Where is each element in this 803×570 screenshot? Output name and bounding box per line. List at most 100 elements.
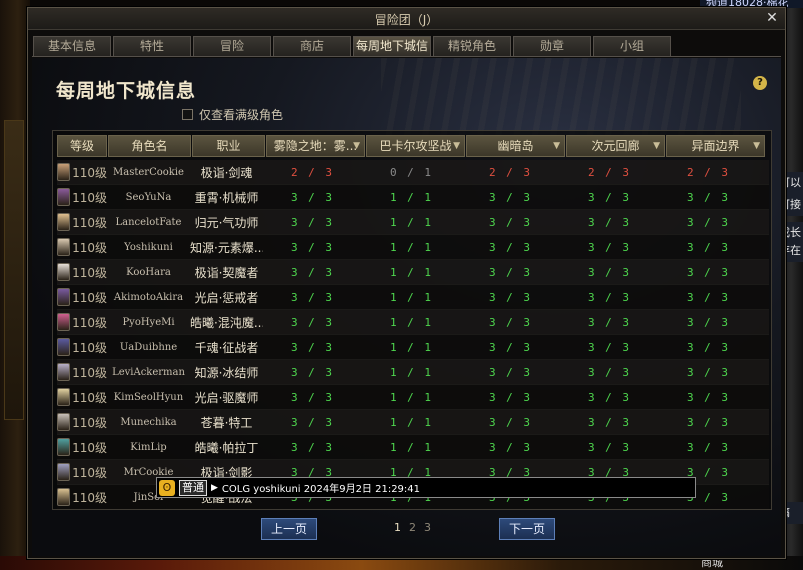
window-title: 冒险团（J）: [374, 13, 439, 27]
page-number[interactable]: 3: [424, 521, 431, 534]
dungeon-progress-cell: 3 / 3: [587, 340, 632, 354]
table-row[interactable]: 110级 LeviAckerman 知源·冰结师 3 / 3 1 / 1 3 / 3 3 /…: [57, 360, 769, 385]
tab-group[interactable]: 小组: [593, 36, 671, 56]
level-cell: 110级: [57, 188, 107, 206]
level-text: 110级: [72, 490, 107, 505]
header-dungeon-3[interactable]: 幽暗岛 ▼: [466, 135, 565, 157]
dungeon-progress-cell: 0 / 1: [389, 165, 434, 179]
table-row[interactable]: 110级 AkimotoAkira 光启·惩戒者 3 / 3 1 / 1 3 / 3 3 /…: [57, 285, 769, 310]
dungeon-progress-cell: 3 / 3: [488, 265, 533, 279]
page-numbers: 1 2 3: [394, 521, 431, 534]
dungeon-progress-cell: 3 / 3: [587, 240, 632, 254]
dungeon-progress-cell: 1 / 1: [389, 365, 434, 379]
sort-arrow-icon: ▼: [353, 141, 360, 151]
job-cell: 皓曦·混沌魔...: [190, 315, 263, 330]
dungeon-progress-cell: 1 / 1: [389, 190, 434, 204]
character-avatar-icon: [57, 388, 71, 406]
dungeon-progress-cell: 3 / 3: [686, 190, 731, 204]
chat-message-tooltip: ʘ 普通 ▶ COLG yoshikuni 2024年9月2日 21:29:41: [156, 477, 696, 498]
table-row[interactable]: 110级 Munechika 苍暮·特工 3 / 3 1 / 1 3 / 3 3 / 3 3 …: [57, 410, 769, 435]
dungeon-progress-cell: 3 / 3: [587, 265, 632, 279]
job-cell: 极诣·剑魂: [200, 165, 253, 180]
page-number[interactable]: 1: [394, 521, 401, 534]
dungeon-progress-cell: 3 / 3: [290, 315, 335, 329]
header-dungeon-1-label: 雾隐之地：雾...: [273, 139, 358, 153]
tab-divider: [32, 56, 781, 57]
dungeon-progress-cell: 3 / 3: [488, 290, 533, 304]
level-cell: 110级: [57, 338, 107, 356]
dungeon-progress-cell: 3 / 3: [686, 315, 731, 329]
dungeon-progress-cell: 1 / 1: [389, 265, 434, 279]
header-dungeon-5[interactable]: 异面边界 ▼: [666, 135, 765, 157]
table-body: 110级 MasterCookie 极诣·剑魂 2 / 3 0 / 1 2 / 3 2 / …: [57, 160, 769, 509]
dungeon-progress-cell: 3 / 3: [686, 440, 731, 454]
tab-medals[interactable]: 勋章: [513, 36, 591, 56]
table-row[interactable]: 110级 UaDuibhne 千魂·征战者 3 / 3 1 / 1 3 / 3 3 / 3 3…: [57, 335, 769, 360]
sort-arrow-icon: ▼: [553, 141, 560, 151]
dungeon-progress-cell: 1 / 1: [389, 290, 434, 304]
sort-arrow-icon: ▼: [753, 141, 760, 151]
header-dungeon-1[interactable]: 雾隐之地：雾... ▼: [266, 135, 365, 157]
tab-shop[interactable]: 商店: [273, 36, 351, 56]
level-text: 110级: [72, 465, 107, 480]
character-name-cell: Munechika: [120, 416, 177, 428]
table-row[interactable]: 110级 PyoHyeMi 皓曦·混沌魔... 3 / 3 1 / 1 3 / 3 3 / …: [57, 310, 769, 335]
tab-traits[interactable]: 特性: [113, 36, 191, 56]
chat-message-text: COLG yoshikuni 2024年9月2日 21:29:41: [221, 484, 421, 495]
max-level-filter-label: 仅查看满级角色: [199, 108, 284, 122]
dungeon-progress-cell: 1 / 1: [389, 415, 434, 429]
character-avatar-icon: [57, 338, 71, 356]
header-dungeon-2-label: 巴卡尔攻坚战: [379, 139, 452, 153]
window-titlebar[interactable]: 冒险团（J） ✕: [28, 8, 785, 30]
dungeon-progress-cell: 3 / 3: [587, 315, 632, 329]
table-row[interactable]: 110级 KooHara 极诣·契魔者 3 / 3 1 / 1 3 / 3 3 / 3 3 /…: [57, 260, 769, 285]
close-icon[interactable]: ✕: [764, 10, 780, 26]
header-dungeon-4[interactable]: 次元回廊 ▼: [566, 135, 665, 157]
tab-adventure[interactable]: 冒险: [193, 36, 271, 56]
level-text: 110级: [72, 240, 107, 255]
next-page-button[interactable]: 下一页: [499, 518, 555, 540]
dungeon-progress-cell: 3 / 3: [290, 190, 335, 204]
dungeon-progress-cell: 3 / 3: [686, 415, 731, 429]
table-row[interactable]: 110级 MasterCookie 极诣·剑魂 2 / 3 0 / 1 2 / 3 2 / …: [57, 160, 769, 185]
background-pillar: [4, 120, 24, 420]
job-cell: 千魂·征战者: [194, 340, 259, 355]
header-level[interactable]: 等级: [57, 135, 107, 157]
character-avatar-icon: [57, 463, 71, 481]
tab-weekly-dungeon[interactable]: 每周地下城信息: [353, 36, 431, 72]
dungeon-progress-cell: 3 / 3: [290, 290, 335, 304]
max-level-checkbox[interactable]: [182, 109, 193, 120]
table-row[interactable]: 110级 SeoYuNa 重霄·机械师 3 / 3 1 / 1 3 / 3 3 / 3 3 /…: [57, 185, 769, 210]
table-row[interactable]: 110级 Yoshikuni 知源·元素爆... 3 / 3 1 / 1 3 / 3 3 /…: [57, 235, 769, 260]
level-cell: 110级: [57, 213, 107, 231]
level-cell: 110级: [57, 238, 107, 256]
dungeon-progress-cell: 3 / 3: [686, 365, 731, 379]
level-cell: 110级: [57, 438, 107, 456]
table-row[interactable]: 110级 KimSeolHyun 光启·驱魔师 3 / 3 1 / 1 3 / 3 3 / …: [57, 385, 769, 410]
level-text: 110级: [72, 340, 107, 355]
dungeon-progress-cell: 3 / 3: [488, 365, 533, 379]
max-level-filter[interactable]: 仅查看满级角色: [182, 106, 283, 123]
page-number[interactable]: 2: [409, 521, 416, 534]
table-row[interactable]: 110级 KimLip 皓曦·帕拉丁 3 / 3 1 / 1 3 / 3 3 / 3 3 / …: [57, 435, 769, 460]
help-icon[interactable]: ?: [753, 76, 767, 90]
dungeon-progress-cell: 3 / 3: [488, 340, 533, 354]
header-character-name[interactable]: 角色名: [108, 135, 191, 157]
dungeon-progress-cell: 3 / 3: [290, 365, 335, 379]
character-name-cell: KooHara: [126, 266, 171, 278]
prev-page-button[interactable]: 上一页: [261, 518, 317, 540]
table-row[interactable]: 110级 LancelotFate 归元·气功师 3 / 3 1 / 1 3 / 3 3 /…: [57, 210, 769, 235]
header-job[interactable]: 职业: [192, 135, 265, 157]
job-cell: 光启·惩戒者: [194, 290, 259, 305]
header-dungeon-2[interactable]: 巴卡尔攻坚战 ▼: [366, 135, 465, 157]
tab-elite-characters[interactable]: 精锐角色: [433, 36, 511, 56]
character-avatar-icon: [57, 363, 71, 381]
job-cell: 苍暮·特工: [200, 415, 253, 430]
level-cell: 110级: [57, 163, 107, 181]
dungeon-progress-cell: 3 / 3: [290, 340, 335, 354]
dungeon-progress-cell: 3 / 3: [488, 390, 533, 404]
dungeon-progress-cell: 3 / 3: [488, 215, 533, 229]
character-avatar-icon: [57, 188, 71, 206]
dungeon-progress-cell: 2 / 3: [587, 165, 632, 179]
tab-basic-info[interactable]: 基本信息: [33, 36, 111, 56]
